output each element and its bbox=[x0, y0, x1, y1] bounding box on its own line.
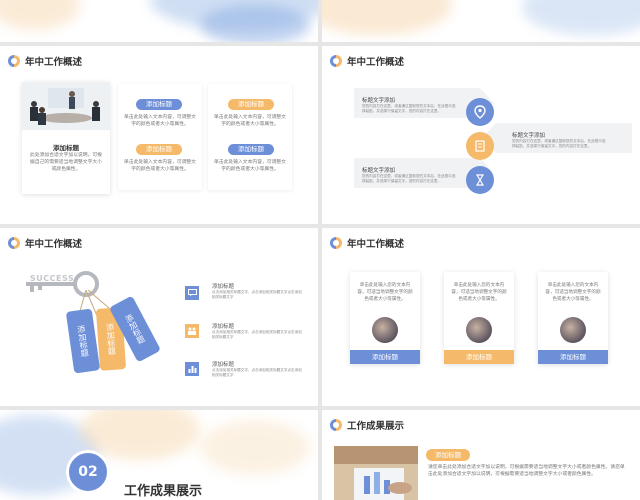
block-body: 单击此处输入文本内容，可调整文字的颜色或者大小等属性。 bbox=[124, 160, 196, 172]
slide-title: 年中工作概述 bbox=[347, 57, 405, 68]
item-body: 您的内容打在这里，或者通过复制您的文本后，在此框中选择粘贴，并选择只保留文字。您… bbox=[512, 139, 606, 148]
photo-card: 添加标题 此处添加合适文字加以说明，可根据自己的需要适当地调整文字大小或颜色属性… bbox=[22, 82, 110, 194]
item-body: 点击添加相关标题文字，点击添加相关标题文字点击添加相关标题文字 bbox=[212, 368, 302, 377]
slide-grid: 年中工作概述 添加标题 此处添加合适文字加以说明，可根据自己的需要适当地调整文字… bbox=[0, 0, 640, 500]
card-photo bbox=[372, 317, 398, 343]
slide-header: 年中工作概述 bbox=[8, 236, 82, 250]
slide-title: 工作成果展示 bbox=[347, 421, 405, 432]
people-icon bbox=[185, 324, 199, 338]
card-body: 单击此处输入您的文本内容，可适当地调整文字的颜色或者大小等属性。 bbox=[451, 283, 507, 302]
slide-header: 年中工作概述 bbox=[330, 54, 404, 68]
slide-header: 工作成果展示 bbox=[330, 418, 404, 432]
work-photo bbox=[334, 446, 418, 500]
card-label: 添加标题 bbox=[444, 350, 514, 364]
location-pin-icon bbox=[466, 98, 494, 126]
slide-header: 年中工作概述 bbox=[330, 236, 404, 250]
slide-thumb-5[interactable]: 年中工作概述 SUCCESS 添加标题 添加标题 添加标题 添加标题 点击添加相… bbox=[0, 228, 318, 406]
document-icon bbox=[466, 132, 494, 160]
meeting-photo bbox=[22, 82, 110, 130]
item-body: 点击添加相关标题文字，点击添加相关标题文字点击添加相关标题文字 bbox=[212, 330, 302, 339]
card-body: 单击此处输入您的文本内容，可适当地调整文字的颜色或者大小等属性。 bbox=[545, 283, 601, 302]
watercolor-blue bbox=[200, 5, 310, 42]
slide-thumb-7[interactable]: 02 工作成果展示 bbox=[0, 410, 318, 500]
hourglass-icon bbox=[466, 166, 494, 194]
block-title-pill: 添加标题 bbox=[228, 99, 274, 110]
section-number: 02 bbox=[66, 450, 110, 494]
slide-thumb-1[interactable] bbox=[0, 0, 318, 42]
card-label: 添加标题 bbox=[538, 350, 608, 364]
watercolor-orange bbox=[322, 0, 452, 35]
card-body: 此处添加合适文字加以说明，可根据自己的需要适当地调整文字大小或颜色属性。 bbox=[30, 153, 102, 172]
card-body: 单击此处输入您的文本内容，可适当地调整文字的颜色或者大小等属性。 bbox=[357, 283, 413, 302]
watercolor-orange bbox=[200, 420, 310, 475]
item-body: 点击添加相关标题文字，点击添加相关标题文字点击添加相关标题文字 bbox=[212, 290, 302, 299]
slide-thumb-8[interactable]: 工作成果展示 添加标题 请您单击此处添加合适文字加以说明，可根据需要适当地调整文… bbox=[322, 410, 640, 500]
block-body: 单击此处输入文本内容，可调整文字的颜色或者大小等属性。 bbox=[124, 115, 196, 127]
block-body: 单击此处输入文本内容，可调整文字的颜色或者大小等属性。 bbox=[214, 160, 286, 172]
logo-icon bbox=[8, 55, 20, 67]
block-title-pill: 添加标题 bbox=[136, 144, 182, 155]
slide-title: 年中工作概述 bbox=[25, 57, 83, 68]
item-title: 添加标题 bbox=[212, 284, 235, 290]
slide-header: 年中工作概述 bbox=[8, 54, 82, 68]
card-label: 添加标题 bbox=[350, 350, 420, 364]
watercolor-orange bbox=[0, 0, 80, 30]
block-body: 单击此处输入文本内容，可调整文字的颜色或者大小等属性。 bbox=[214, 115, 286, 127]
logo-icon bbox=[330, 55, 342, 67]
card-title: 添加标题 bbox=[53, 144, 79, 152]
item-title: 标题文字添加 bbox=[512, 133, 546, 139]
section-title: 工作成果展示 bbox=[124, 484, 203, 499]
body-text: 请您单击此处添加合适文字加以说明，可根据需要适当地调整文字大小或者颜色属性。请您… bbox=[428, 465, 625, 477]
block-title-pill: 添加标题 bbox=[228, 144, 274, 155]
key-text: SUCCESS bbox=[30, 274, 75, 283]
chat-icon bbox=[185, 286, 199, 300]
watercolor-blue bbox=[522, 0, 640, 35]
slide-title: 年中工作概述 bbox=[347, 239, 405, 250]
item-body: 您的内容打在这里，或者通过复制您的文本后，在此框中选择粘贴，并选择只保留文字。您… bbox=[362, 174, 456, 183]
slide-title: 年中工作概述 bbox=[25, 239, 83, 250]
image-card: 单击此处输入您的文本内容，可适当地调整文字的颜色或者大小等属性。 添加标题 bbox=[538, 272, 608, 364]
block-title-pill: 添加标题 bbox=[136, 99, 182, 110]
item-title: 标题文字添加 bbox=[362, 168, 396, 174]
item-title: 标题文字添加 bbox=[362, 98, 396, 104]
item-title: 添加标题 bbox=[212, 362, 235, 368]
image-card: 单击此处输入您的文本内容，可适当地调整文字的颜色或者大小等属性。 添加标题 bbox=[350, 272, 420, 364]
card-photo bbox=[560, 317, 586, 343]
card-photo bbox=[466, 317, 492, 343]
image-card: 单击此处输入您的文本内容，可适当地调整文字的颜色或者大小等属性。 添加标题 bbox=[444, 272, 514, 364]
logo-icon bbox=[330, 419, 342, 431]
slide-thumb-2[interactable] bbox=[322, 0, 640, 42]
logo-icon bbox=[8, 237, 20, 249]
item-body: 您的内容打在这里，或者通过复制您的文本后，在此框中选择粘贴，并选择只保留文字。您… bbox=[362, 104, 456, 113]
logo-icon bbox=[330, 237, 342, 249]
item-title: 添加标题 bbox=[212, 324, 235, 330]
bar-chart-icon bbox=[185, 362, 199, 376]
slide-thumb-4[interactable]: 年中工作概述 标题文字添加 您的内容打在这里，或者通过复制您的文本后，在此框中选… bbox=[322, 46, 640, 224]
slide-thumb-3[interactable]: 年中工作概述 添加标题 此处添加合适文字加以说明，可根据自己的需要适当地调整文字… bbox=[0, 46, 318, 224]
tag-pill: 添加标题 bbox=[426, 449, 470, 461]
slide-thumb-6[interactable]: 年中工作概述 单击此处输入您的文本内容，可适当地调整文字的颜色或者大小等属性。 … bbox=[322, 228, 640, 406]
